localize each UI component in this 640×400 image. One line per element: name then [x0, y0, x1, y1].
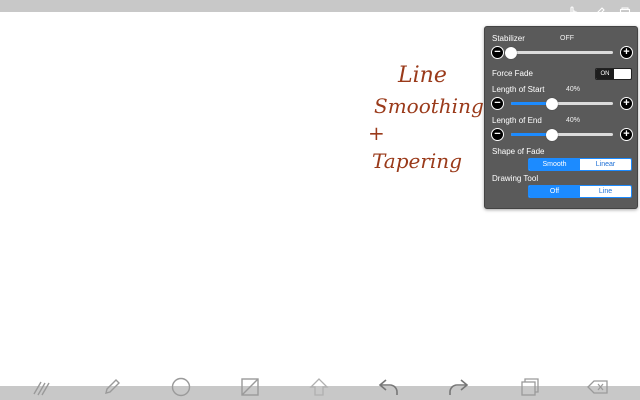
stabilizer-increase-button[interactable]: + [620, 46, 633, 59]
length-of-end-decrease-button[interactable]: − [491, 128, 504, 141]
length-of-start-increase-button[interactable]: + [620, 97, 633, 110]
upload-icon[interactable] [306, 374, 332, 400]
stroke-settings-popup: Stabilizer OFF − + Force Fade ON Length … [484, 26, 638, 209]
undo-icon[interactable] [376, 374, 402, 400]
handwriting-line-1: Line [397, 63, 447, 88]
length-of-start-track[interactable] [511, 98, 613, 110]
shape-of-fade-segmented: Smooth Linear [528, 158, 632, 171]
eraser-icon[interactable] [585, 374, 611, 400]
pencil-icon[interactable] [99, 374, 125, 400]
handwriting-line-3: + [368, 121, 385, 145]
drawing-tool-segmented: Off Line [528, 185, 632, 198]
drawing-tool-label: Drawing Tool [492, 174, 539, 183]
length-of-end-value: 40% [566, 117, 581, 124]
top-status-bar [0, 0, 640, 12]
force-fade-toggle[interactable]: ON [595, 68, 632, 80]
drawing-tool-option-off[interactable]: Off [529, 186, 580, 197]
length-of-start-label: Length of Start [492, 85, 545, 94]
shape-of-fade-option-linear[interactable]: Linear [580, 159, 631, 170]
length-of-start-thumb[interactable] [545, 98, 558, 110]
drawing-tool-option-line[interactable]: Line [580, 186, 631, 197]
shape-of-fade-label: Shape of Fade [492, 147, 545, 156]
length-of-start-slider[interactable]: − + [491, 97, 633, 111]
stabilizer-track[interactable] [505, 47, 613, 59]
handwriting-line-2: Smoothing [374, 94, 484, 118]
stabilizer-slider[interactable]: − + [491, 46, 633, 60]
force-fade-label: Force Fade [492, 69, 533, 78]
length-of-start-value: 40% [566, 86, 581, 93]
length-of-end-slider[interactable]: − + [491, 128, 633, 142]
square-slash-icon[interactable] [237, 374, 263, 400]
stabilizer-label: Stabilizer [492, 34, 525, 43]
bottom-toolbar [0, 374, 640, 400]
redo-icon[interactable] [445, 374, 471, 400]
shape-of-fade-option-smooth[interactable]: Smooth [529, 159, 580, 170]
circle-icon[interactable] [168, 374, 194, 400]
stabilizer-thumb[interactable] [505, 47, 517, 59]
length-of-end-label: Length of End [492, 116, 542, 125]
length-of-end-track[interactable] [511, 129, 613, 141]
app-root: Line Smoothing + Tapering Stabilizer OFF… [0, 0, 640, 400]
stabilizer-value: OFF [560, 35, 574, 42]
stabilizer-decrease-button[interactable]: − [491, 46, 504, 59]
layers-icon[interactable] [516, 374, 542, 400]
length-of-end-increase-button[interactable]: + [620, 128, 633, 141]
length-of-end-thumb[interactable] [545, 129, 558, 141]
length-of-start-decrease-button[interactable]: − [491, 97, 504, 110]
handwriting-line-4: Tapering [372, 149, 462, 173]
force-fade-state: ON [596, 69, 614, 79]
brush-select-icon[interactable] [29, 374, 55, 400]
